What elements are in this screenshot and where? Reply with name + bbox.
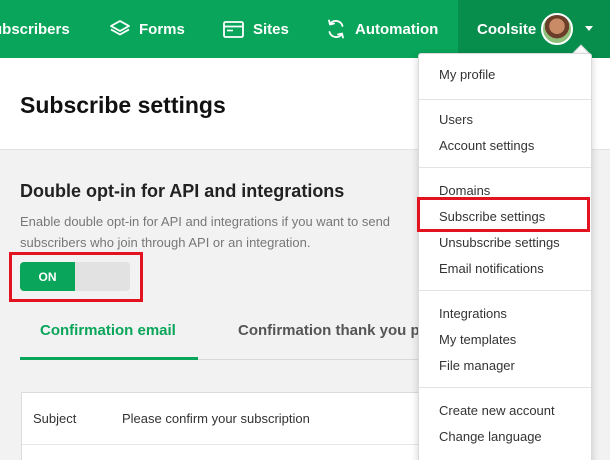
top-nav: ubscribers Forms Sites Automation Coolsi…: [0, 0, 610, 58]
section-title: Double opt-in for API and integrations: [20, 181, 345, 201]
account-menu-toggle[interactable]: Coolsite: [458, 0, 610, 58]
menu-item-unsubscribe-settings[interactable]: Unsubscribe settings: [439, 235, 560, 250]
avatar: [541, 13, 573, 45]
double-optin-toggle[interactable]: ON: [20, 262, 130, 291]
nav-subscribers[interactable]: ubscribers: [0, 0, 70, 58]
menu-item-account-settings[interactable]: Account settings: [439, 138, 534, 153]
menu-item-create-new-account[interactable]: Create new account: [439, 403, 555, 418]
menu-item-change-language[interactable]: Change language: [439, 429, 542, 444]
active-tab-indicator: [20, 357, 198, 360]
menu-item-email-notifications[interactable]: Email notifications: [439, 261, 544, 276]
menu-item-subscribe-settings[interactable]: Subscribe settings: [439, 209, 545, 224]
nav-subscribers-label: ubscribers: [0, 20, 70, 38]
nav-sites-label: Sites: [253, 20, 289, 38]
nav-forms-label: Forms: [139, 20, 185, 38]
nav-automation[interactable]: Automation: [326, 0, 438, 58]
account-dropdown-menu: My profile Users Account settings Domain…: [418, 53, 592, 460]
menu-item-file-manager[interactable]: File manager: [439, 358, 515, 373]
account-name: Coolsite: [477, 20, 537, 38]
page-title: Subscribe settings: [20, 92, 226, 118]
nav-forms[interactable]: Forms: [110, 0, 185, 58]
menu-divider: [419, 167, 591, 168]
menu-item-my-profile[interactable]: My profile: [439, 67, 495, 82]
tab-confirmation-email[interactable]: Confirmation email: [40, 322, 176, 339]
toggle-on-label: ON: [20, 262, 75, 291]
nav-automation-label: Automation: [355, 20, 439, 38]
subject-label: Subject: [33, 411, 77, 426]
browser-window-icon: [223, 20, 244, 38]
tabs: Confirmation email Confirmation thank yo…: [20, 318, 420, 360]
menu-divider: [419, 290, 591, 291]
refresh-icon: [328, 19, 344, 39]
section-description: Enable double opt-in for API and integra…: [20, 214, 391, 250]
menu-item-integrations[interactable]: Integrations: [439, 306, 507, 321]
menu-item-domains[interactable]: Domains: [439, 183, 490, 198]
menu-item-users[interactable]: Users: [439, 112, 473, 127]
nav-sites[interactable]: Sites: [223, 0, 289, 58]
tab-confirmation-thank-you[interactable]: Confirmation thank you p: [238, 322, 420, 339]
email-settings-form: Subject Please confirm your subscription: [21, 392, 442, 460]
menu-item-my-templates[interactable]: My templates: [439, 332, 516, 347]
subject-row: Subject Please confirm your subscription: [22, 393, 442, 445]
menu-divider: [419, 99, 591, 100]
subject-field[interactable]: Please confirm your subscription: [122, 411, 310, 426]
layers-icon: [110, 20, 130, 36]
chevron-down-icon: [585, 26, 593, 31]
menu-divider: [419, 387, 591, 388]
